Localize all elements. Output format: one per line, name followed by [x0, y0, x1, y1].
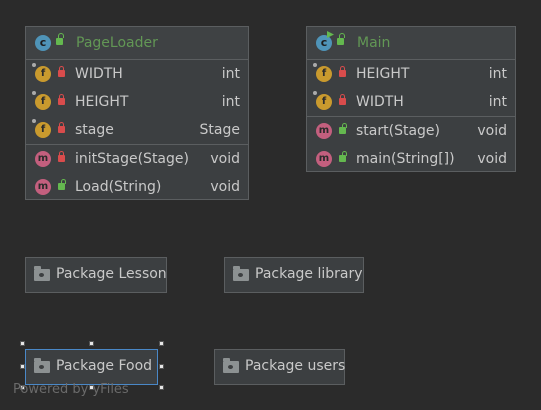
class-name: PageLoader	[76, 35, 158, 51]
package-node-library[interactable]: Package library	[224, 257, 364, 293]
public-lock-icon	[339, 123, 347, 134]
field-row[interactable]: f WIDTH int	[307, 88, 515, 116]
public-lock-icon	[339, 151, 347, 162]
field-row[interactable]: f WIDTH int	[26, 60, 248, 88]
member-name: Load(String)	[75, 179, 162, 195]
private-lock-icon	[339, 66, 346, 77]
field-icon: f	[35, 94, 51, 110]
method-row[interactable]: m start(Stage) void	[307, 117, 515, 145]
private-lock-icon	[339, 94, 346, 105]
member-name: WIDTH	[356, 94, 404, 110]
class-icon: c	[316, 35, 332, 51]
member-type: int	[488, 66, 507, 82]
class-header: c PageLoader	[26, 27, 248, 60]
resize-handle-e[interactable]	[159, 364, 164, 369]
method-icon: m	[35, 179, 51, 195]
folder-icon	[34, 358, 50, 373]
method-icon: m	[316, 151, 332, 167]
member-type: void	[477, 123, 507, 139]
folder-icon	[34, 266, 50, 281]
member-type: int	[221, 94, 240, 110]
member-type: Stage	[199, 122, 240, 138]
method-row[interactable]: m initStage(Stage) void	[26, 145, 248, 173]
methods-section: m start(Stage) void m main(String[]) voi…	[307, 117, 515, 173]
methods-section: m initStage(Stage) void m Load(String) v…	[26, 145, 248, 201]
resize-handle-w[interactable]	[20, 364, 25, 369]
member-type: int	[221, 66, 240, 82]
private-lock-icon	[58, 66, 65, 77]
field-icon: f	[35, 122, 51, 138]
class-node-main[interactable]: c Main f HEIGHT int f WIDTH int m start(…	[306, 26, 516, 172]
static-marker-icon	[32, 63, 36, 67]
field-row[interactable]: f HEIGHT int	[26, 88, 248, 116]
field-icon: f	[35, 66, 51, 82]
package-node-lesson[interactable]: Package Lesson	[25, 257, 167, 293]
field-row[interactable]: f HEIGHT int	[307, 60, 515, 88]
static-marker-icon	[32, 119, 36, 123]
field-icon: f	[316, 66, 332, 82]
member-type: void	[477, 151, 507, 167]
package-node-food[interactable]: Package Food	[25, 349, 158, 385]
class-icon: c	[35, 35, 51, 51]
static-marker-icon	[32, 91, 36, 95]
method-icon: m	[35, 151, 51, 167]
member-type: void	[210, 151, 240, 167]
fields-section: f HEIGHT int f WIDTH int	[307, 60, 515, 117]
private-lock-icon	[58, 122, 65, 133]
resize-handle-n[interactable]	[89, 341, 94, 346]
package-label: Package users	[245, 358, 346, 374]
member-name: WIDTH	[75, 66, 123, 82]
class-name: Main	[357, 35, 391, 51]
member-name: stage	[75, 122, 114, 138]
member-name: initStage(Stage)	[75, 151, 189, 167]
method-icon: m	[316, 123, 332, 139]
private-lock-icon	[58, 151, 65, 162]
static-marker-icon	[313, 91, 317, 95]
package-label: Package library	[255, 266, 363, 282]
package-label: Package Food	[56, 358, 153, 374]
method-row[interactable]: m main(String[]) void	[307, 145, 515, 173]
watermark: Powered by yFiles	[13, 382, 129, 397]
public-visibility-icon	[337, 33, 345, 45]
folder-icon	[233, 266, 249, 281]
resize-handle-ne[interactable]	[159, 341, 164, 346]
package-label: Package Lesson	[56, 266, 167, 282]
field-row[interactable]: f stage Stage	[26, 116, 248, 144]
private-lock-icon	[58, 94, 65, 105]
resize-handle-se[interactable]	[159, 385, 164, 390]
member-name: main(String[])	[356, 151, 455, 167]
member-type: void	[210, 179, 240, 195]
public-lock-icon	[58, 179, 66, 190]
member-name: HEIGHT	[356, 66, 410, 82]
field-icon: f	[316, 94, 332, 110]
class-header: c Main	[307, 27, 515, 60]
static-marker-icon	[313, 63, 317, 67]
member-name: start(Stage)	[356, 123, 440, 139]
resize-handle-nw[interactable]	[20, 341, 25, 346]
class-node-pageloader[interactable]: c PageLoader f WIDTH int f HEIGHT int f …	[25, 26, 249, 200]
method-row[interactable]: m Load(String) void	[26, 173, 248, 201]
runnable-icon	[327, 31, 334, 38]
member-name: HEIGHT	[75, 94, 129, 110]
public-visibility-icon	[56, 33, 64, 45]
member-type: int	[488, 94, 507, 110]
package-node-users[interactable]: Package users	[214, 349, 345, 385]
fields-section: f WIDTH int f HEIGHT int f stage Stage	[26, 60, 248, 145]
folder-icon	[223, 358, 239, 373]
